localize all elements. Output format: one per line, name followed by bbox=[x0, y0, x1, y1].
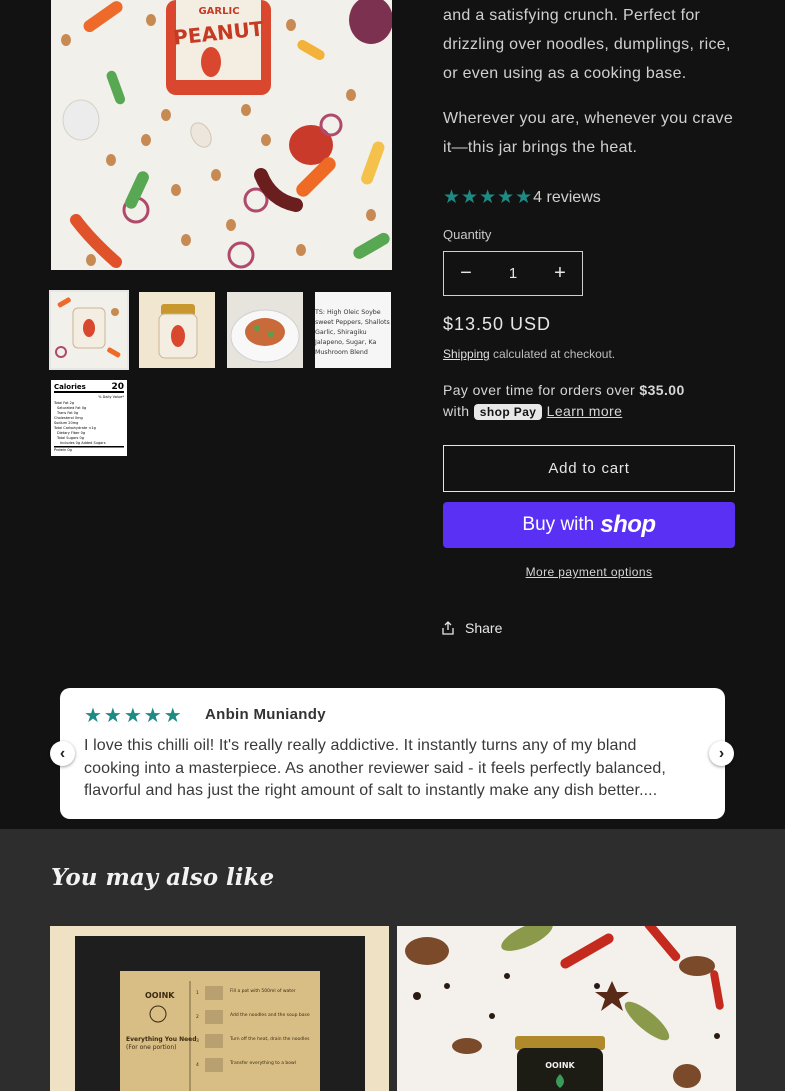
svg-text:Includes 0g Added Sugars: Includes 0g Added Sugars bbox=[60, 441, 106, 445]
svg-text:sweet Peppers, Shallots: sweet Peppers, Shallots bbox=[315, 319, 390, 326]
svg-text:Total Carbohydrate <1g: Total Carbohydrate <1g bbox=[53, 426, 96, 430]
plus-icon[interactable]: + bbox=[538, 262, 582, 285]
svg-text:Transfer everything to a bowl: Transfer everything to a bowl bbox=[229, 1060, 296, 1066]
shop-logo: shop bbox=[600, 511, 656, 538]
share-icon bbox=[442, 621, 454, 635]
svg-text:GARLIC: GARLIC bbox=[198, 6, 239, 17]
carousel-prev-button[interactable]: ‹ bbox=[50, 741, 75, 766]
svg-text:Sodium 20mg: Sodium 20mg bbox=[54, 421, 78, 425]
main-image-illustration: GARLIC PEANUT bbox=[51, 0, 392, 270]
thumbnail-1-image bbox=[51, 292, 127, 368]
svg-text:4: 4 bbox=[196, 1062, 199, 1068]
review-text: I love this chilli oil! It's really real… bbox=[84, 737, 666, 799]
svg-text:Mushroom Blend: Mushroom Blend bbox=[315, 349, 368, 356]
add-to-cart-button[interactable]: Add to cart bbox=[443, 445, 735, 492]
product-card-1[interactable]: OOINK Everything You Need (For one porti… bbox=[50, 926, 389, 1091]
thumbnail-4[interactable]: TS: High Oleic Soybe sweet Peppers, Shal… bbox=[315, 292, 391, 368]
svg-text:Jalapeno, Sugar, Ka: Jalapeno, Sugar, Ka bbox=[315, 339, 376, 346]
thumbnail-3-image bbox=[227, 292, 303, 368]
product-card-2-image: OOINK bbox=[397, 926, 736, 1091]
share-button[interactable]: Share bbox=[441, 620, 502, 636]
review-stars: ★★★★★ bbox=[84, 705, 184, 727]
svg-text:1: 1 bbox=[196, 990, 199, 996]
installments-banner: Pay over time for orders over $35.00 wit… bbox=[443, 380, 743, 422]
svg-text:OOINK: OOINK bbox=[145, 991, 175, 1000]
product-card-1-image: OOINK Everything You Need (For one porti… bbox=[50, 926, 389, 1091]
svg-text:TS: High Oleic Soybe: TS: High Oleic Soybe bbox=[315, 309, 381, 316]
nutrition-facts-thumbnail: Calories 20 % Daily Value* Total Fat 2g … bbox=[51, 380, 127, 456]
svg-text:OOINK: OOINK bbox=[545, 1061, 575, 1070]
chevron-left-icon: ‹ bbox=[59, 744, 66, 762]
rating-summary[interactable]: ★★★★★ 4 reviews bbox=[443, 186, 601, 209]
quantity-stepper: − 1 + bbox=[443, 251, 583, 296]
svg-text:Cholesterol 0mg: Cholesterol 0mg bbox=[54, 416, 83, 420]
chevron-right-icon: › bbox=[718, 744, 725, 762]
product-description-1: and a satisfying crunch. Perfect for dri… bbox=[443, 7, 731, 82]
shipping-note: Shipping calculated at checkout. bbox=[443, 347, 615, 361]
shipping-note-text: calculated at checkout. bbox=[489, 347, 616, 361]
svg-text:Total Sugars 0g: Total Sugars 0g bbox=[56, 436, 84, 440]
product-description-2: Wherever you are, whenever you crave it—… bbox=[443, 110, 734, 156]
more-payment-options-link[interactable]: More payment options bbox=[443, 565, 735, 579]
svg-text:(For one portion): (For one portion) bbox=[126, 1044, 176, 1051]
svg-text:Trans Fat 0g: Trans Fat 0g bbox=[56, 411, 78, 415]
svg-text:Add the noodles and the soup b: Add the noodles and the soup base bbox=[230, 1012, 310, 1018]
svg-text:Everything You Need: Everything You Need bbox=[126, 1036, 197, 1043]
share-label: Share bbox=[465, 620, 503, 636]
svg-text:Dietary Fiber 0g: Dietary Fiber 0g bbox=[57, 431, 85, 435]
buy-with-label: Buy with bbox=[522, 514, 595, 535]
thumbnail-4-image: TS: High Oleic Soybe sweet Peppers, Shal… bbox=[315, 292, 391, 368]
carousel-next-button[interactable]: › bbox=[709, 741, 734, 766]
thumbnail-5[interactable]: Calories 20 % Daily Value* Total Fat 2g … bbox=[51, 380, 127, 456]
rating-stars: ★★★★★ bbox=[443, 187, 534, 208]
shipping-link[interactable]: Shipping bbox=[443, 347, 490, 361]
product-price: $13.50 USD bbox=[443, 314, 552, 334]
installments-with: with bbox=[443, 403, 470, 419]
svg-text:Saturated Fat 0g: Saturated Fat 0g bbox=[57, 406, 86, 410]
installments-prefix: Pay over time for orders over bbox=[443, 382, 640, 398]
thumbnail-2-image bbox=[139, 292, 215, 368]
buy-with-shop-button[interactable]: Buy with shop bbox=[443, 502, 735, 548]
svg-text:Fill a pot with 500ml of water: Fill a pot with 500ml of water bbox=[230, 988, 296, 994]
svg-text:Turn off the heat, drain the n: Turn off the heat, drain the noodles bbox=[229, 1036, 310, 1042]
reviews-count: 4 reviews bbox=[533, 188, 601, 206]
svg-text:Garlic, Shiragiku: Garlic, Shiragiku bbox=[315, 329, 367, 336]
svg-text:Total Fat 2g: Total Fat 2g bbox=[53, 401, 74, 405]
svg-text:% Daily Value*: % Daily Value* bbox=[98, 395, 124, 399]
svg-text:20: 20 bbox=[111, 382, 124, 392]
quantity-input[interactable]: 1 bbox=[509, 265, 517, 282]
learn-more-link[interactable]: Learn more bbox=[547, 403, 623, 419]
product-card-2[interactable]: OOINK bbox=[397, 926, 736, 1091]
recommendations-title: You may also like bbox=[51, 864, 275, 891]
svg-text:2: 2 bbox=[196, 1014, 199, 1020]
product-main-image[interactable]: GARLIC PEANUT bbox=[51, 0, 392, 270]
thumbnail-2[interactable] bbox=[139, 292, 215, 368]
minus-icon[interactable]: − bbox=[444, 262, 488, 285]
quantity-label: Quantity bbox=[443, 227, 492, 242]
shop-pay-logo: shop Pay bbox=[473, 404, 543, 421]
svg-text:3: 3 bbox=[196, 1038, 199, 1044]
svg-text:Protein 0g: Protein 0g bbox=[54, 448, 72, 452]
thumbnail-3[interactable] bbox=[227, 292, 303, 368]
thumbnail-1[interactable] bbox=[49, 290, 129, 370]
svg-text:Calories: Calories bbox=[54, 383, 86, 391]
installments-amount: $35.00 bbox=[639, 382, 685, 398]
review-author: Anbin Muniandy bbox=[205, 706, 326, 723]
